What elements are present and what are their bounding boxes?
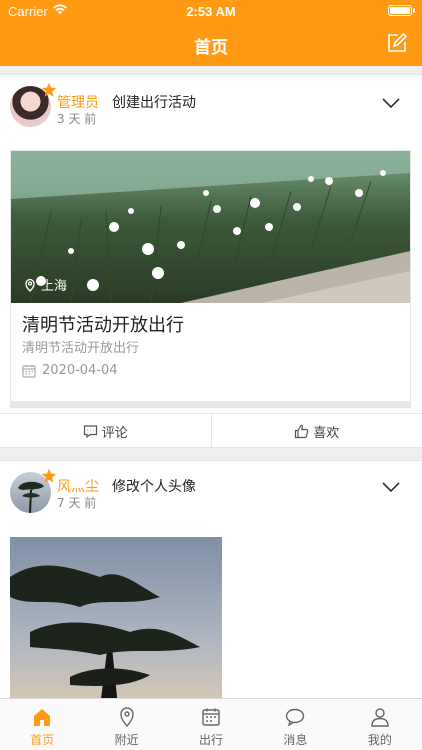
post-footer-divider bbox=[11, 401, 410, 407]
tab-label: 消息 bbox=[283, 733, 308, 747]
avatar-photo[interactable] bbox=[10, 537, 222, 698]
page-title: 首页 bbox=[194, 38, 228, 58]
battery-icon bbox=[388, 5, 415, 16]
status-time: 2:53 AM bbox=[186, 4, 236, 19]
post-time: 3 天 前 bbox=[57, 112, 97, 126]
location-pin-icon bbox=[119, 707, 134, 728]
star-badge-icon bbox=[41, 82, 57, 97]
tab-label: 附近 bbox=[114, 733, 139, 747]
activity-text: 修改个人头像 bbox=[112, 479, 196, 495]
comment-icon bbox=[83, 425, 97, 439]
like-button[interactable]: 喜欢 bbox=[210, 414, 422, 449]
location-text: 上海 bbox=[41, 279, 68, 294]
star-badge-icon bbox=[41, 468, 57, 483]
calendar-icon bbox=[202, 708, 220, 726]
comment-button[interactable]: 评论 bbox=[0, 414, 211, 449]
compose-icon[interactable] bbox=[386, 32, 408, 54]
post-date-text: 2020-04-04 bbox=[42, 363, 118, 378]
tab-nearby[interactable]: 附近 bbox=[84, 699, 168, 750]
pine-tree-image bbox=[10, 537, 222, 698]
post-actions: 评论 喜欢 bbox=[0, 413, 422, 449]
person-icon bbox=[371, 708, 389, 727]
tab-bar: 首页 附近 出行 消息 我的 bbox=[0, 698, 422, 750]
comment-label: 评论 bbox=[101, 426, 128, 441]
activity-post[interactable]: 上海 清明节活动开放出行 清明节活动开放出行 2020-04-04 bbox=[10, 150, 411, 408]
tab-label: 我的 bbox=[367, 733, 392, 747]
chevron-down-icon[interactable] bbox=[382, 97, 400, 109]
thumbs-up-icon bbox=[295, 424, 309, 439]
post-date: 2020-04-04 bbox=[22, 363, 118, 378]
feed: 管理员 3 天 前 创建出行活动 上海 清明节活动开放出行 清明节活动开放出行 … bbox=[0, 66, 422, 698]
chevron-down-icon[interactable] bbox=[382, 481, 400, 493]
location-pin-icon bbox=[25, 278, 35, 292]
feed-card[interactable]: 管理员 3 天 前 创建出行活动 上海 清明节活动开放出行 清明节活动开放出行 … bbox=[0, 74, 422, 449]
tab-label: 出行 bbox=[199, 733, 224, 747]
tab-messages[interactable]: 消息 bbox=[253, 699, 337, 750]
author-name[interactable]: 风灬尘 bbox=[57, 476, 99, 496]
tab-label: 首页 bbox=[30, 733, 55, 747]
chat-bubble-icon bbox=[286, 708, 305, 727]
location-tag: 上海 bbox=[23, 275, 67, 294]
tab-home[interactable]: 首页 bbox=[0, 699, 84, 750]
post-description: 清明节活动开放出行 bbox=[22, 341, 140, 356]
activity-photo bbox=[11, 151, 410, 303]
feed-card[interactable]: 风灬尘 7 天 前 修改个人头像 bbox=[0, 460, 422, 698]
like-label: 喜欢 bbox=[313, 426, 340, 441]
status-bar: Carrier 2:53 AM bbox=[0, 0, 422, 22]
author-name[interactable]: 管理员 bbox=[57, 92, 99, 112]
flowers-image bbox=[11, 151, 410, 303]
activity-text: 创建出行活动 bbox=[112, 95, 196, 111]
tab-profile[interactable]: 我的 bbox=[338, 699, 422, 750]
calendar-icon bbox=[22, 364, 36, 378]
post-title[interactable]: 清明节活动开放出行 bbox=[22, 311, 184, 337]
post-time: 7 天 前 bbox=[57, 496, 97, 510]
home-icon bbox=[34, 709, 51, 726]
tab-travel[interactable]: 出行 bbox=[169, 699, 253, 750]
navigation-bar: Carrier 2:53 AM 首页 bbox=[0, 0, 422, 66]
